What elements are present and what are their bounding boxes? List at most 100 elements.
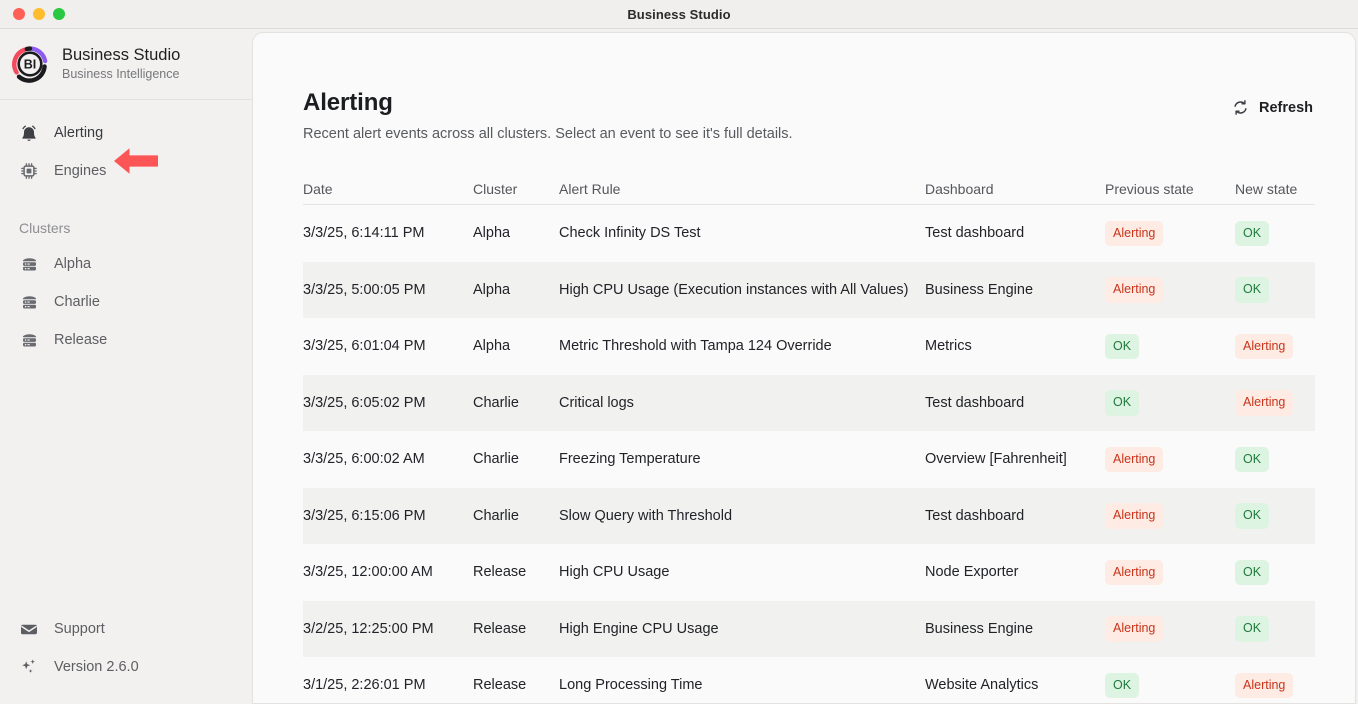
cell-dashboard: Test dashboard: [925, 507, 1025, 524]
status-badge-alerting: Alerting: [1235, 390, 1294, 416]
clusters-section-label: Clusters: [19, 220, 71, 236]
sidebar: BI Business Studio Business Intelligence: [0, 29, 252, 704]
page-title: Alerting: [303, 89, 393, 116]
status-badge-alerting: Alerting: [1105, 503, 1164, 529]
cell-dashboard: Overview [Fahrenheit]: [925, 451, 1067, 468]
page-header-text: Alerting Recent alert events across all …: [303, 89, 793, 142]
status-badge-ok: OK: [1235, 446, 1270, 472]
cell-dashboard: Business Engine: [925, 281, 1034, 298]
column-header-new-state[interactable]: New state: [1235, 181, 1315, 197]
sidebar-item-version[interactable]: Version 2.6.0: [0, 648, 252, 686]
clusters-nav: Alpha Charlie Release: [0, 245, 252, 359]
table-row[interactable]: 3/3/25, 6:15:06 PM Charlie Slow Query with…: [303, 487, 1315, 544]
cell-date: 3/1/25, 2:26:01 PM: [303, 677, 426, 694]
app-shell: BI Business Studio Business Intelligence: [0, 29, 1358, 704]
status-badge-alerting: Alerting: [1105, 446, 1164, 472]
cell-cluster: Charlie: [473, 451, 519, 468]
cell-alert-rule: Long Processing Time: [559, 677, 703, 694]
sidebar-item-engines[interactable]: Engines: [0, 152, 252, 190]
status-badge-alerting: Alerting: [1105, 277, 1164, 303]
cell-date: 3/3/25, 12:00:00 AM: [303, 564, 433, 581]
cell-cluster: Release: [473, 677, 527, 694]
sidebar-item-label: Engines: [54, 163, 107, 179]
close-window-button[interactable]: [13, 8, 25, 20]
column-header-dashboard[interactable]: Dashboard: [925, 181, 1105, 197]
app-logo-icon: BI: [11, 45, 49, 83]
table-row[interactable]: 3/3/25, 6:05:02 PM Charlie Critical logs Te…: [303, 374, 1315, 431]
brand-title: Business Studio: [62, 46, 181, 65]
sidebar-item-cluster-release[interactable]: Release: [0, 321, 252, 359]
cell-previous-state: OK: [1105, 333, 1235, 359]
column-header-alert-rule[interactable]: Alert Rule: [559, 181, 925, 197]
bell-icon: [19, 123, 39, 143]
cell-dashboard: Test dashboard: [925, 394, 1025, 411]
sidebar-item-label: Alerting: [54, 125, 104, 141]
table-row[interactable]: 3/1/25, 2:26:01 PM Release Long Processing…: [303, 657, 1315, 703]
table-row[interactable]: 3/3/25, 6:00:02 AM Charlie Freezing Temper…: [303, 431, 1315, 488]
cell-cluster: Release: [473, 564, 527, 581]
cell-previous-state: OK: [1105, 390, 1235, 416]
sidebar-item-cluster-alpha[interactable]: Alpha: [0, 245, 252, 283]
content-area: Alerting Recent alert events across all …: [252, 29, 1358, 704]
cell-new-state: OK: [1235, 277, 1315, 303]
table-body: 3/3/25, 6:14:11 PM Alpha Check Infinity DS…: [303, 205, 1315, 703]
status-badge-ok: OK: [1105, 672, 1140, 698]
column-header-cluster[interactable]: Cluster: [473, 181, 559, 197]
sparkles-icon: [19, 657, 39, 677]
sidebar-item-label: Version 2.6.0: [54, 659, 139, 675]
cell-previous-state: OK: [1105, 672, 1235, 698]
table-row[interactable]: 3/3/25, 5:00:05 PM Alpha High CPU Usage (E…: [303, 261, 1315, 318]
cell-date: 3/3/25, 5:00:05 PM: [303, 281, 426, 298]
cell-new-state: OK: [1235, 220, 1315, 246]
cell-dashboard: Website Analytics: [925, 677, 1039, 694]
status-badge-alerting: Alerting: [1235, 333, 1294, 359]
cell-new-state: Alerting: [1235, 390, 1315, 416]
table-row[interactable]: 3/3/25, 6:01:04 PM Alpha Metric Threshold …: [303, 318, 1315, 375]
cell-alert-rule: Critical logs: [559, 394, 634, 411]
cell-new-state: Alerting: [1235, 672, 1315, 698]
sidebar-item-alerting[interactable]: Alerting: [0, 114, 252, 152]
sidebar-item-cluster-charlie[interactable]: Charlie: [0, 283, 252, 321]
window-controls: [0, 8, 65, 20]
column-header-previous-state[interactable]: Previous state: [1105, 181, 1235, 197]
status-badge-ok: OK: [1235, 559, 1270, 585]
page-header: Alerting Recent alert events across all …: [253, 33, 1355, 142]
cell-previous-state: Alerting: [1105, 446, 1235, 472]
cell-alert-rule: High CPU Usage (Execution instances with…: [559, 281, 909, 298]
cell-new-state: Alerting: [1235, 333, 1315, 359]
minimize-window-button[interactable]: [33, 8, 45, 20]
cell-previous-state: Alerting: [1105, 503, 1235, 529]
refresh-button[interactable]: Refresh: [1230, 95, 1315, 120]
cell-new-state: OK: [1235, 559, 1315, 585]
sidebar-item-support[interactable]: Support: [0, 610, 252, 648]
maximize-window-button[interactable]: [53, 8, 65, 20]
table-row[interactable]: 3/3/25, 12:00:00 AM Release High CPU Usage…: [303, 544, 1315, 601]
cell-date: 3/2/25, 12:25:00 PM: [303, 620, 434, 637]
cell-dashboard: Business Engine: [925, 620, 1034, 637]
status-badge-alerting: Alerting: [1235, 672, 1294, 698]
table-header-row: Date Cluster Alert Rule Dashboard Previo…: [303, 173, 1315, 205]
cell-previous-state: Alerting: [1105, 277, 1235, 303]
cell-dashboard: Node Exporter: [925, 564, 1019, 581]
table-row[interactable]: 3/3/25, 6:14:11 PM Alpha Check Infinity DS…: [303, 205, 1315, 262]
status-badge-alerting: Alerting: [1105, 559, 1164, 585]
status-badge-ok: OK: [1235, 503, 1270, 529]
cell-cluster: Release: [473, 620, 527, 637]
cell-date: 3/3/25, 6:00:02 AM: [303, 451, 425, 468]
server-icon: [19, 254, 39, 274]
column-header-date[interactable]: Date: [303, 181, 473, 197]
server-icon: [19, 330, 39, 350]
refresh-icon: [1232, 99, 1249, 116]
cell-date: 3/3/25, 6:05:02 PM: [303, 394, 426, 411]
sidebar-item-label: Release: [54, 332, 108, 348]
cell-alert-rule: Slow Query with Threshold: [559, 507, 733, 524]
sidebar-item-label: Support: [54, 621, 105, 637]
cell-date: 3/3/25, 6:15:06 PM: [303, 507, 426, 524]
svg-text:BI: BI: [24, 57, 37, 71]
table-row[interactable]: 3/2/25, 12:25:00 PM Release High Engine CP…: [303, 600, 1315, 657]
mail-icon: [19, 619, 39, 639]
sidebar-item-label: Alpha: [54, 256, 92, 272]
cell-previous-state: Alerting: [1105, 559, 1235, 585]
cell-date: 3/3/25, 6:01:04 PM: [303, 338, 426, 355]
cell-new-state: OK: [1235, 616, 1315, 642]
